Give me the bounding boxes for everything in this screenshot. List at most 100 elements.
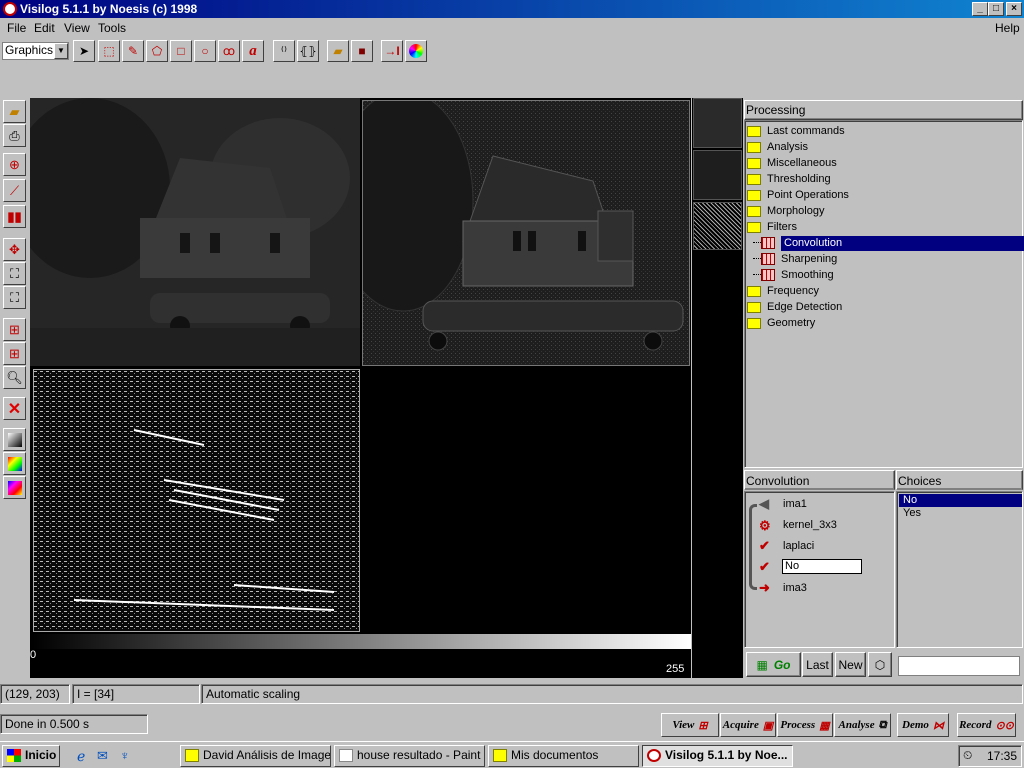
menu-tools[interactable]: Tools — [98, 21, 126, 35]
tree-item-geometry[interactable]: Geometry — [747, 315, 815, 331]
grid-view-2-button[interactable]: ⊞ — [3, 342, 26, 365]
rectangle-tool-button[interactable]: □ — [170, 40, 192, 62]
tree-item-filters[interactable]: Filters — [747, 219, 797, 235]
delete-icon[interactable]: ✕ — [3, 397, 26, 420]
channel-icon[interactable]: ♆ — [120, 748, 130, 763]
histogram-button[interactable]: ▮▮ — [3, 205, 26, 228]
param-kernel[interactable]: kernel_3x3 — [783, 519, 837, 531]
minimize-button[interactable]: _ — [972, 2, 988, 16]
param-output[interactable]: ima3 — [783, 582, 807, 594]
task-visilog[interactable]: Visilog 5.1.1 by Noe... — [642, 745, 793, 767]
demo-mode-button[interactable]: Demo ⋈ — [897, 713, 949, 737]
tree-item-smoothing[interactable]: Smoothing — [761, 267, 834, 283]
view-mode-button[interactable]: View ⊞ — [661, 713, 719, 737]
rainbow-palette-button[interactable] — [3, 476, 26, 499]
reset-icon[interactable]: ⬡ — [868, 652, 892, 677]
tree-item-morphology[interactable]: Morphology — [747, 203, 824, 219]
ellipse-tool-button[interactable]: ○ — [194, 40, 216, 62]
choice-yes[interactable]: Yes — [899, 507, 1022, 520]
text-tool-button[interactable]: a — [242, 40, 264, 62]
tree-item-point-operations[interactable]: Point Operations — [747, 187, 849, 203]
tree-connector — [753, 258, 761, 259]
status-done: Done in 0.500 s — [0, 714, 148, 734]
pointer-tool-button[interactable]: ➤ — [73, 40, 95, 62]
grid-view-button[interactable]: ⊞ — [3, 318, 26, 341]
image-panel-laplacian[interactable] — [33, 369, 360, 632]
open-file-button[interactable]: ▰ — [327, 40, 349, 62]
menu-view[interactable]: View — [64, 21, 90, 35]
color-palette-button[interactable] — [3, 452, 26, 475]
menu-help[interactable]: Help — [995, 21, 1020, 35]
menu-file[interactable]: File — [7, 21, 26, 35]
image-panel-sharpened[interactable] — [362, 100, 690, 366]
mode-select[interactable]: Graphics ▼ — [2, 42, 69, 60]
image-display-area[interactable]: 0 255 — [30, 98, 691, 678]
gray-scale-bar — [30, 634, 691, 649]
command-input[interactable] — [898, 656, 1020, 676]
zoom-fit-button[interactable]: ⛶ — [3, 262, 26, 285]
processing-tree[interactable]: Last commands Analysis Miscellaneous Thresh… — [744, 120, 1024, 468]
close-button[interactable]: × — [1006, 2, 1022, 16]
paint-icon — [339, 749, 353, 762]
param-laplaci[interactable]: laplaci — [783, 540, 814, 552]
crosshair-button[interactable]: ⊕ — [3, 153, 26, 176]
scheduler-icon[interactable]: ⏲ — [963, 748, 972, 763]
task-david[interactable]: David Análisis de Imagen — [180, 745, 331, 767]
go-button[interactable]: ▦ Go — [746, 652, 801, 677]
ie-icon[interactable]: ℯ — [77, 748, 85, 765]
record-mode-button[interactable]: Record ⊙⊙ — [957, 713, 1016, 737]
tree-item-frequency[interactable]: Frequency — [747, 283, 819, 299]
view-icon: ⊞ — [698, 719, 708, 732]
tree-item-convolution[interactable]: Convolution — [761, 235, 1024, 251]
choices-list[interactable]: No Yes — [896, 491, 1023, 648]
app-icon[interactable] — [3, 2, 17, 16]
open-image-button[interactable]: ▰ — [3, 100, 26, 123]
freehand-tool-button[interactable]: ꝏ — [218, 40, 240, 62]
zoom-frame-button[interactable]: ⛶ — [3, 286, 26, 309]
mode-select-value: Graphics — [5, 43, 54, 57]
magnify-icon[interactable]: 🔍︎ — [3, 366, 26, 389]
tree-item-analysis[interactable]: Analysis — [747, 139, 808, 155]
pencil-tool-button[interactable]: ✎ — [122, 40, 144, 62]
status-coords: (129, 203) — [0, 684, 70, 704]
tree-item-sharpening[interactable]: Sharpening — [761, 251, 837, 267]
tree-item-edge-detection[interactable]: Edge Detection — [747, 299, 842, 315]
color-wheel-icon[interactable] — [405, 40, 427, 62]
import-button[interactable]: →I — [381, 40, 403, 62]
print-button[interactable]: ⎙ — [3, 124, 26, 147]
chevron-down-icon[interactable]: ▼ — [54, 43, 68, 59]
menu-edit[interactable]: Edit — [34, 21, 55, 35]
thumbnail-2[interactable] — [693, 150, 742, 200]
brace-tool-button[interactable]: ⦃⦄ — [297, 40, 319, 62]
bracket-tool-button[interactable]: ⁽⁾ — [273, 40, 295, 62]
param-value-input[interactable]: No — [782, 559, 862, 574]
analyse-mode-button[interactable]: Analyse ⧉ — [834, 713, 891, 737]
analyse-icon: ⧉ — [878, 718, 887, 731]
image-panel-original[interactable] — [30, 98, 360, 366]
last-button[interactable]: Last — [802, 652, 833, 677]
polygon-tool-button[interactable]: ⬠ — [146, 40, 168, 62]
start-button[interactable]: Inicio — [2, 745, 60, 767]
task-documents[interactable]: Mis documentos — [488, 745, 639, 767]
input-arrow-icon: ◀ — [759, 496, 769, 511]
save-file-button[interactable]: ■ — [351, 40, 373, 62]
tree-item-label: Miscellaneous — [767, 156, 837, 169]
gray-palette-button[interactable] — [3, 428, 26, 451]
tree-item-last-commands[interactable]: Last commands — [747, 123, 845, 139]
process-mode-button[interactable]: Process ▦ — [777, 713, 833, 737]
maximize-button[interactable]: □ — [988, 2, 1004, 16]
new-button[interactable]: New — [835, 652, 866, 677]
outlook-icon[interactable]: ✉ — [97, 748, 108, 764]
acquire-mode-button[interactable]: Acquire ▣ — [720, 713, 776, 737]
tree-item-miscellaneous[interactable]: Miscellaneous — [747, 155, 837, 171]
thumbnail-1[interactable] — [693, 98, 742, 148]
rectangle-select-button[interactable]: ⬚ — [98, 40, 120, 62]
profile-button[interactable]: ⟋ — [3, 179, 26, 202]
choice-no[interactable]: No — [899, 494, 1022, 507]
record-label: Record — [959, 719, 992, 731]
move-button[interactable]: ✥ — [3, 238, 26, 261]
thumbnail-3[interactable] — [693, 202, 742, 250]
task-paint[interactable]: house resultado - Paint — [334, 745, 485, 767]
param-input[interactable]: ima1 — [783, 498, 807, 510]
tree-item-thresholding[interactable]: Thresholding — [747, 171, 831, 187]
